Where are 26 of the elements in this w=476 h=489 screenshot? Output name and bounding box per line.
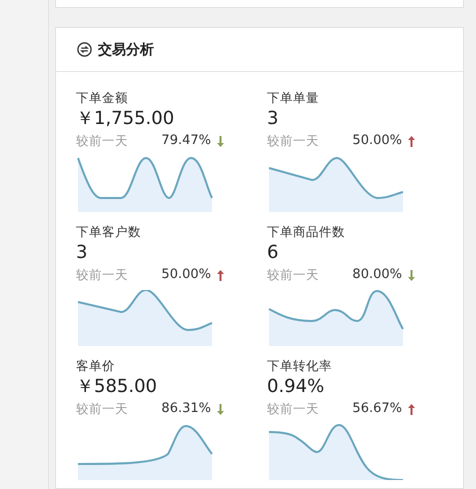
compare-label: 较前一天 [267,132,320,150]
metric-value: 6 [267,241,280,265]
compare-label: 较前一天 [76,266,129,284]
change-percent: 79.47% [161,132,211,150]
metric-value: 0.94% [267,375,326,399]
compare-label: 较前一天 [76,400,129,418]
metric-value: 3 [267,107,280,131]
compare-label: 较前一天 [76,132,129,150]
metric-label: 下单转化率 [267,358,333,374]
metric-value: ￥585.00 [76,375,158,399]
metric-label: 下单单量 [267,90,320,106]
metric-value: 3 [76,241,88,265]
change-percent: 50.00% [352,132,402,150]
compare-label: 较前一天 [267,400,320,418]
exchange-icon [77,42,92,57]
metric-label: 下单金额 [76,90,129,106]
change-percent: 86.31% [161,400,211,418]
metric-label: 下单商品件数 [267,224,346,240]
compare-label: 较前一天 [267,266,320,284]
section-title: 交易分析 [98,40,154,58]
change-percent: 50.00% [161,266,211,284]
metric-value: ￥1,755.00 [76,107,176,131]
change-percent: 80.00% [352,266,402,284]
metric-label: 客单价 [76,358,116,374]
metric-label: 下单客户数 [76,224,142,240]
change-percent: 56.67% [352,400,402,418]
